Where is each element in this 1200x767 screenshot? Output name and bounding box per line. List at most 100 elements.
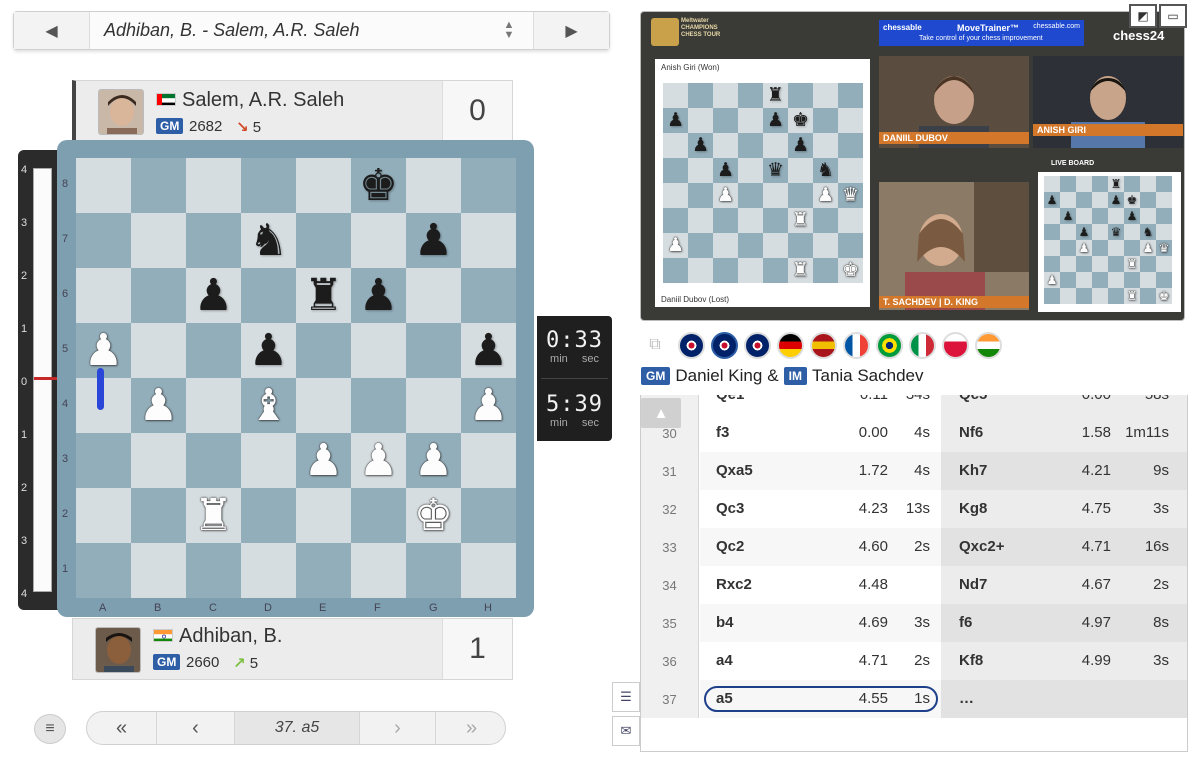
board-square[interactable]: [76, 213, 131, 268]
black-rook-icon[interactable]: ♜: [767, 86, 784, 105]
board-square[interactable]: [838, 233, 863, 258]
board-square[interactable]: [1044, 240, 1060, 256]
board-square[interactable]: ♜: [296, 268, 351, 323]
black-queen-icon[interactable]: ♛: [767, 161, 784, 180]
board-square[interactable]: [1044, 256, 1060, 272]
player-name[interactable]: Adhiban, B.: [179, 625, 282, 648]
board-square[interactable]: [788, 83, 813, 108]
board-square[interactable]: [738, 183, 763, 208]
board-square[interactable]: [813, 208, 838, 233]
board-square[interactable]: [738, 83, 763, 108]
board-square[interactable]: ♛: [763, 158, 788, 183]
board-square[interactable]: [241, 543, 296, 598]
board-square[interactable]: [1108, 208, 1124, 224]
board-square[interactable]: [788, 233, 813, 258]
board-square[interactable]: [1044, 208, 1060, 224]
board-square[interactable]: [1156, 272, 1172, 288]
board-square[interactable]: ♟: [351, 268, 406, 323]
board-square[interactable]: [186, 433, 241, 488]
black-move[interactable]: f6: [959, 614, 972, 631]
white-move[interactable]: b4: [716, 614, 734, 631]
board-square[interactable]: [1044, 288, 1060, 304]
menu-button[interactable]: ≡: [34, 714, 66, 744]
board-square[interactable]: ♟: [406, 433, 461, 488]
board-square[interactable]: [241, 268, 296, 323]
board-square[interactable]: [688, 183, 713, 208]
board-square[interactable]: [461, 158, 516, 213]
black-move[interactable]: Nf6: [959, 424, 983, 441]
board-square[interactable]: [351, 213, 406, 268]
avatar[interactable]: [98, 89, 144, 135]
black-pawn-icon[interactable]: ♟: [249, 328, 288, 373]
board-square[interactable]: [1092, 288, 1108, 304]
board-square[interactable]: ♟: [241, 323, 296, 378]
black-move[interactable]: Qc5: [959, 395, 987, 403]
white-pawn-icon[interactable]: ♟: [667, 236, 684, 255]
board-square[interactable]: [1156, 256, 1172, 272]
language-hindi-flag-icon[interactable]: [975, 332, 1002, 359]
board-square[interactable]: [763, 183, 788, 208]
board-square[interactable]: [131, 158, 186, 213]
chess-board[interactable]: ♚ ♞ ♟ ♟ ♜ ♟ ♟ ♟ ♟ ♟ ♝ ♟ ♟ ♟ ♟ ♜ ♚: [76, 158, 516, 598]
board-square[interactable]: [1140, 176, 1156, 192]
language-italian-flag-icon[interactable]: [909, 332, 936, 359]
black-pawn-icon[interactable]: ♟: [1047, 194, 1058, 206]
board-square[interactable]: [813, 133, 838, 158]
board-square[interactable]: [1076, 192, 1092, 208]
board-square[interactable]: [663, 158, 688, 183]
board-square[interactable]: [688, 83, 713, 108]
board-square[interactable]: ♟: [461, 378, 516, 433]
board-square[interactable]: ♟: [688, 133, 713, 158]
black-move[interactable]: Nd7: [959, 576, 987, 593]
board-square[interactable]: ♟: [713, 183, 738, 208]
white-move[interactable]: Qe1: [716, 395, 744, 403]
board-square[interactable]: [688, 233, 713, 258]
board-square[interactable]: [1156, 192, 1172, 208]
language-german-flag-icon[interactable]: [777, 332, 804, 359]
white-pawn-icon[interactable]: ♟: [359, 438, 398, 483]
board-square[interactable]: [1092, 208, 1108, 224]
board-square[interactable]: [688, 158, 713, 183]
black-king-icon[interactable]: ♚: [792, 111, 809, 130]
board-square[interactable]: ♟: [131, 378, 186, 433]
avatar[interactable]: [95, 627, 141, 673]
white-rook-icon[interactable]: ♜: [792, 211, 809, 230]
board-square[interactable]: [713, 258, 738, 283]
black-king-icon[interactable]: ♚: [359, 163, 398, 208]
black-queen-icon[interactable]: ♛: [1111, 226, 1122, 238]
board-square[interactable]: [76, 488, 131, 543]
first-move-button[interactable]: «: [87, 712, 157, 744]
board-square[interactable]: [186, 213, 241, 268]
board-square[interactable]: [1156, 224, 1172, 240]
white-move[interactable]: f3: [716, 424, 729, 441]
board-square[interactable]: ♚: [838, 258, 863, 283]
board-square[interactable]: [763, 258, 788, 283]
white-pawn-icon[interactable]: ♟: [817, 186, 834, 205]
black-knight-icon[interactable]: ♞: [249, 218, 288, 263]
game-title[interactable]: Adhiban, B. - Salem, A.R. Saleh: [104, 20, 359, 41]
board-square[interactable]: [838, 158, 863, 183]
black-move[interactable]: Kf8: [959, 652, 983, 669]
board-square[interactable]: [1076, 288, 1092, 304]
board-square[interactable]: [1156, 176, 1172, 192]
board-square[interactable]: ♛: [1108, 224, 1124, 240]
language-polish-flag-icon[interactable]: [942, 332, 969, 359]
popout-icon[interactable]: ◩: [1129, 4, 1157, 28]
white-rook-icon[interactable]: ♜: [194, 493, 233, 538]
black-pawn-icon[interactable]: ♟: [1063, 210, 1074, 222]
board-square[interactable]: ♜: [186, 488, 241, 543]
board-square[interactable]: ♟: [763, 108, 788, 133]
board-square[interactable]: [1060, 240, 1076, 256]
board-square[interactable]: [186, 323, 241, 378]
board-square[interactable]: [788, 183, 813, 208]
white-pawn-icon[interactable]: ♟: [1079, 242, 1090, 254]
white-pawn-icon[interactable]: ♟: [139, 383, 178, 428]
board-square[interactable]: ♜: [788, 258, 813, 283]
white-pawn-icon[interactable]: ♟: [1047, 274, 1058, 286]
board-square[interactable]: [688, 108, 713, 133]
board-square[interactable]: [1060, 192, 1076, 208]
board-square[interactable]: [1092, 192, 1108, 208]
board-square[interactable]: [1076, 176, 1092, 192]
board-square[interactable]: [76, 268, 131, 323]
board-square[interactable]: [738, 108, 763, 133]
